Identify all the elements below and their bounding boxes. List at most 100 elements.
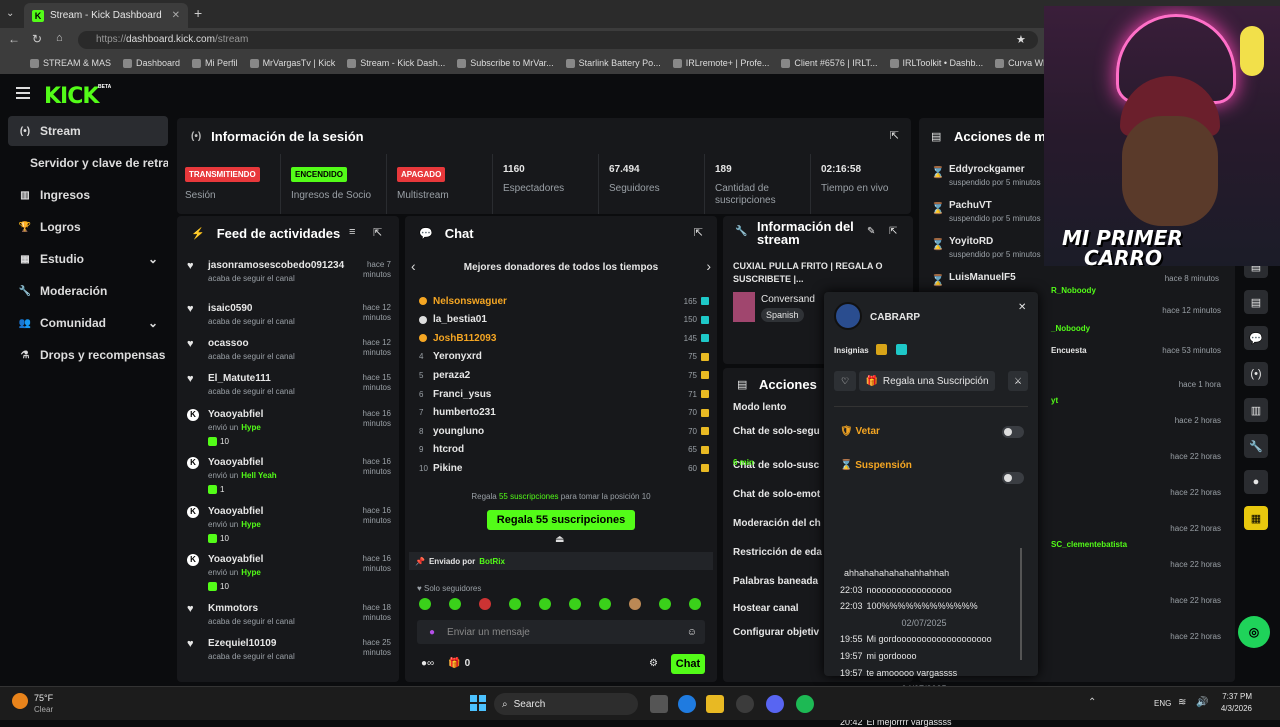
feed-user[interactable]: El_Matute111 — [208, 373, 271, 384]
bookmark-item[interactable]: IRLremote+ | Profe... — [672, 58, 769, 68]
reload-icon[interactable]: ↻ — [32, 32, 42, 46]
donor-row[interactable]: 5 peraza2 75 — [419, 366, 709, 384]
mod-user[interactable]: YoyitoRD — [949, 236, 993, 247]
task-view-icon[interactable] — [650, 695, 668, 713]
tray-chevron-icon[interactable]: ⌃ — [1088, 697, 1096, 708]
toolbar-icon[interactable]: ● — [1244, 470, 1268, 494]
gift-subs-button[interactable]: Regala 55 suscripciones — [487, 510, 635, 530]
donor-row[interactable]: 7 humberto231 70 — [419, 404, 709, 422]
tab-list-icon[interactable]: ⌄ — [6, 8, 14, 19]
language-indicator[interactable]: ENG — [1154, 699, 1171, 708]
emote-icon[interactable] — [539, 598, 551, 610]
send-chat-button[interactable]: Chat — [671, 654, 705, 674]
emote-icon[interactable] — [659, 598, 671, 610]
toolbar-icon[interactable]: ▥ — [1244, 398, 1268, 422]
toolbar-icon[interactable]: 💬 — [1244, 326, 1268, 350]
sidebar-item-0[interactable]: (•) Stream — [8, 116, 168, 146]
expand-info-icon[interactable]: ⇱ — [889, 226, 897, 237]
gift-icon[interactable]: 🎁 — [448, 658, 460, 669]
messages-scrollbar[interactable] — [1020, 548, 1022, 660]
edit-icon[interactable]: ✎ — [867, 226, 875, 237]
donor-row[interactable]: 9 htcrod 65 — [419, 441, 709, 459]
action-item[interactable]: Chat de solo-segu — [733, 426, 820, 437]
sidebar-item-3[interactable]: 🏆 Logros — [8, 212, 168, 242]
toolbar-icon[interactable]: (•) — [1244, 362, 1268, 386]
next-leaderboard-icon[interactable]: › — [706, 258, 711, 274]
back-icon[interactable]: ← — [8, 32, 20, 46]
feed-user[interactable]: Kmmotors — [208, 603, 258, 614]
action-item[interactable]: Chat de solo-emot — [733, 489, 820, 500]
mod-user[interactable]: LuisManuelF5 — [949, 272, 1016, 283]
action-item[interactable]: Configurar objetiv — [733, 627, 819, 638]
expand-feed-icon[interactable]: ⇱ — [373, 226, 382, 239]
emote-icon[interactable] — [569, 598, 581, 610]
sidebar-item-1[interactable]: Servidor y clave de retransm — [8, 148, 168, 178]
sidebar-item-2[interactable]: ▥ Ingresos — [8, 180, 168, 210]
donor-row[interactable]: JoshB112093 145 — [419, 329, 709, 347]
support-chat-icon[interactable]: ◎ — [1238, 616, 1270, 648]
emoji-icon[interactable]: ☺ — [687, 627, 697, 638]
emote-icon[interactable] — [419, 598, 431, 610]
action-item[interactable]: Restricción de eda — [733, 547, 822, 558]
emote-icon[interactable] — [509, 598, 521, 610]
close-card-icon[interactable]: ✕ — [1018, 302, 1026, 313]
file-explorer-icon[interactable] — [706, 695, 724, 713]
url-field[interactable]: https://dashboard.kick.com/stream — [78, 31, 1038, 49]
donor-row[interactable]: 10 Pikine 60 — [419, 459, 709, 477]
wifi-icon[interactable]: ≋ — [1178, 697, 1186, 708]
bookmark-item[interactable]: MrVargasTv | Kick — [249, 58, 335, 68]
feed-user[interactable]: jasonramosescobedo091234 — [208, 260, 344, 271]
donor-row[interactable]: 8 youngluno 70 — [419, 422, 709, 440]
emote-icon[interactable] — [479, 598, 491, 610]
feed-user[interactable]: ocassoo — [208, 338, 249, 349]
vet-toggle[interactable] — [1002, 426, 1024, 438]
donor-row[interactable]: la_bestia01 150 — [419, 311, 709, 329]
edge-icon[interactable] — [678, 695, 696, 713]
feed-user[interactable]: Yoaoyabfiel — [208, 457, 263, 468]
donor-row[interactable]: 6 Franci_ysus 71 — [419, 385, 709, 403]
mod-sword-button[interactable]: ⚔ — [1008, 371, 1028, 391]
bookmark-item[interactable]: Starlink Battery Po... — [565, 58, 661, 68]
sidebar-item-4[interactable]: ▦ Estudio ⌄ — [8, 244, 168, 274]
user-card-username[interactable]: CABRARP — [870, 312, 920, 323]
volume-icon[interactable]: 🔊 — [1196, 697, 1208, 708]
favorite-star-icon[interactable]: ★ — [1016, 33, 1026, 46]
bookmark-item[interactable]: Mi Perfil — [192, 58, 238, 68]
chat-settings-icon[interactable]: ⚙ — [649, 658, 658, 669]
bookmark-item[interactable]: STREAM & MAS — [30, 58, 111, 68]
action-item[interactable]: Moderación del ch — [733, 518, 821, 529]
toolbar-icon[interactable]: 🔧 — [1244, 434, 1268, 458]
donor-row[interactable]: 4 Yeronyxrd 75 — [419, 348, 709, 366]
emote-icon[interactable] — [599, 598, 611, 610]
bookmark-item[interactable]: Dashboard — [123, 58, 180, 68]
action-item[interactable]: Modo lento — [733, 402, 786, 413]
discord-icon[interactable] — [766, 695, 784, 713]
windows-start-icon[interactable] — [470, 695, 486, 711]
obs-icon[interactable] — [736, 695, 754, 713]
taskbar-search[interactable]: ⌕ Search — [494, 693, 638, 715]
action-item[interactable]: Hostear canal — [733, 603, 799, 614]
emote-icon[interactable] — [629, 598, 641, 610]
prev-leaderboard-icon[interactable]: ‹ — [411, 258, 416, 274]
feed-user[interactable]: Ezequiel10109 — [208, 638, 276, 649]
expand-session-icon[interactable]: ⇱ — [890, 129, 899, 142]
kick-logo[interactable]: KICK — [44, 84, 99, 109]
mod-user[interactable]: Eddyrockgamer — [949, 164, 1025, 175]
message-input[interactable]: ● Enviar un mensaje ☺ — [417, 620, 705, 644]
feed-user[interactable]: Yoaoyabfiel — [208, 554, 263, 565]
feed-user[interactable]: Yoaoyabfiel — [208, 506, 263, 517]
home-icon[interactable]: ⌂ — [56, 32, 63, 44]
close-tab-icon[interactable]: ✕ — [172, 10, 180, 21]
mic-icon[interactable]: ● — [429, 627, 435, 638]
bookmark-item[interactable]: Subscribe to MrVar... — [457, 58, 554, 68]
browser-tab[interactable]: K Stream - Kick Dashboard ✕ — [24, 3, 188, 28]
mod-user[interactable]: PachuVT — [949, 200, 992, 211]
new-tab-icon[interactable]: + — [194, 5, 202, 21]
collapse-icon[interactable]: ⏏ — [555, 534, 564, 545]
bookmark-item[interactable]: Client #6576 | IRLT... — [781, 58, 878, 68]
clock-date[interactable]: 4/3/2026 — [1212, 704, 1252, 713]
clock-time[interactable]: 7:37 PM — [1222, 692, 1252, 701]
toolbar-icon[interactable]: ▤ — [1244, 290, 1268, 314]
suspend-toggle[interactable] — [1002, 472, 1024, 484]
expand-chat-icon[interactable]: ⇱ — [694, 226, 703, 239]
